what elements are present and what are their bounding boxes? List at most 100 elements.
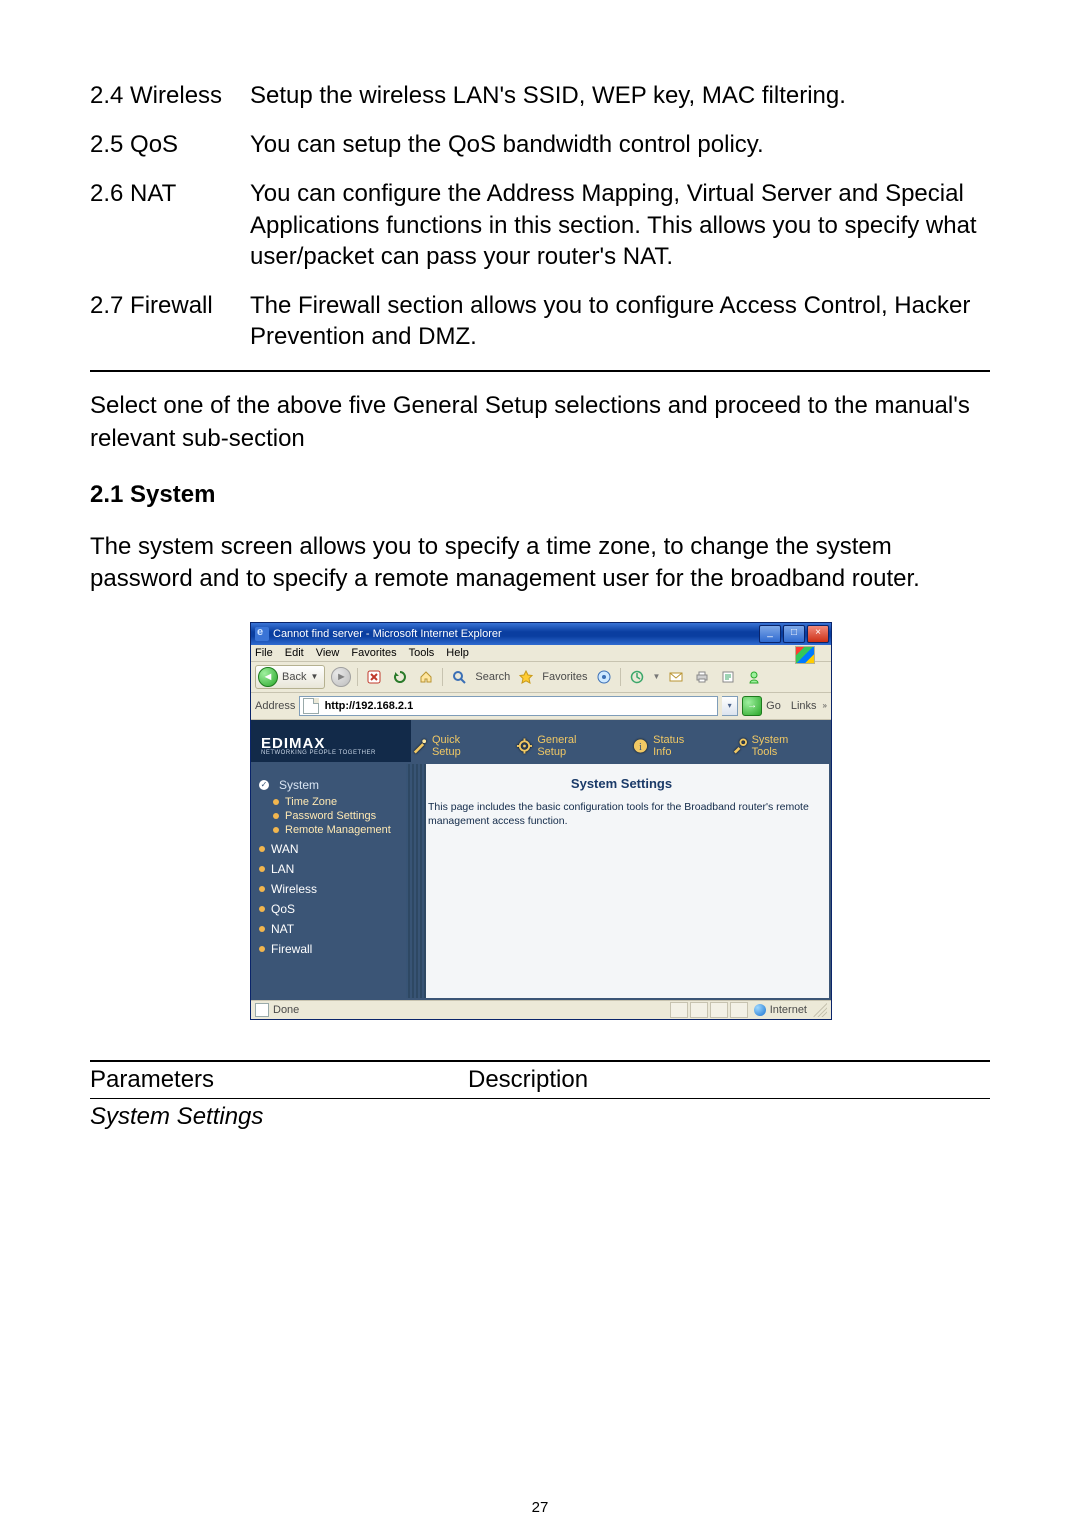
- sidebar-item-system[interactable]: ✓ System: [259, 778, 398, 792]
- spec-key: 2.4 Wireless: [90, 80, 250, 111]
- ie-icon: [255, 627, 269, 641]
- back-button[interactable]: ◄ Back ▼: [255, 665, 325, 689]
- back-label: Back: [282, 671, 306, 683]
- media-icon[interactable]: [594, 667, 614, 687]
- menu-file[interactable]: File: [255, 647, 273, 659]
- address-label: Address: [255, 700, 295, 712]
- router-body: ✓ System Time Zone Password Settings Rem…: [251, 762, 831, 1000]
- sidebar-label: LAN: [271, 862, 294, 876]
- spec-val: The Firewall section allows you to confi…: [250, 290, 990, 352]
- system-intro: The system screen allows you to specify …: [90, 531, 990, 596]
- messenger-icon[interactable]: [744, 667, 764, 687]
- table-header-row: Parameters Description: [90, 1061, 990, 1099]
- stop-icon[interactable]: [364, 667, 384, 687]
- address-dropdown[interactable]: ▾: [722, 696, 738, 716]
- maximize-button[interactable]: □: [783, 625, 805, 643]
- favorites-label[interactable]: Favorites: [542, 671, 587, 683]
- favorites-icon[interactable]: [516, 667, 536, 687]
- sidebar: ✓ System Time Zone Password Settings Rem…: [251, 762, 406, 1000]
- menubar: File Edit View Favorites Tools Help: [251, 645, 831, 662]
- sidebar-item-lan[interactable]: LAN: [259, 862, 398, 876]
- sidebar-item-wan[interactable]: WAN: [259, 842, 398, 856]
- select-paragraph: Select one of the above five General Set…: [90, 390, 990, 455]
- sidebar-label: NAT: [271, 922, 294, 936]
- minimize-button[interactable]: _: [759, 625, 781, 643]
- divider: [90, 370, 990, 372]
- nav-general-setup[interactable]: General Setup: [516, 734, 604, 758]
- nav-system-tools[interactable]: System Tools: [731, 734, 813, 758]
- chevron-down-icon[interactable]: ▼: [653, 672, 661, 681]
- sidebar-sub-password-settings[interactable]: Password Settings: [273, 810, 398, 822]
- router-header: EDIMAX NETWORKING PEOPLE TOGETHER Quick …: [251, 720, 831, 762]
- menu-help[interactable]: Help: [446, 647, 469, 659]
- menu-edit[interactable]: Edit: [285, 647, 304, 659]
- sidebar-sub-time-zone[interactable]: Time Zone: [273, 796, 398, 808]
- spec-row: 2.6 NAT You can configure the Address Ma…: [90, 178, 990, 272]
- status-cell: [710, 1002, 728, 1018]
- home-icon[interactable]: [416, 667, 436, 687]
- menu-view[interactable]: View: [316, 647, 340, 659]
- history-icon[interactable]: [627, 667, 647, 687]
- forward-button[interactable]: ►: [331, 667, 351, 687]
- spec-key: 2.5 QoS: [90, 129, 250, 160]
- decorative-ridge: [406, 764, 426, 998]
- nav-status-info[interactable]: i Status Info: [632, 734, 702, 758]
- brand-logo: EDIMAX NETWORKING PEOPLE TOGETHER: [251, 731, 411, 762]
- spec-val: You can configure the Address Mapping, V…: [250, 178, 990, 272]
- globe-icon: [754, 1004, 766, 1016]
- toolbar-separator: [357, 668, 358, 686]
- menu-tools[interactable]: Tools: [409, 647, 435, 659]
- bullet-icon: [259, 886, 265, 892]
- wand-icon: [411, 737, 428, 755]
- sidebar-label: Wireless: [271, 882, 317, 896]
- sidebar-sub-remote-management[interactable]: Remote Management: [273, 824, 398, 836]
- bullet-icon: [273, 799, 279, 805]
- spec-list: 2.4 Wireless Setup the wireless LAN's SS…: [90, 80, 990, 352]
- router-content: System Settings This page includes the b…: [406, 762, 831, 1000]
- col-parameters: Parameters: [90, 1061, 468, 1099]
- sidebar-label: WAN: [271, 842, 299, 856]
- bullet-icon: [259, 866, 265, 872]
- sidebar-item-nat[interactable]: NAT: [259, 922, 398, 936]
- page-icon: [303, 698, 318, 714]
- spec-val: Setup the wireless LAN's SSID, WEP key, …: [250, 80, 990, 111]
- sidebar-label: Time Zone: [285, 796, 337, 808]
- table-group-row: System Settings: [90, 1098, 990, 1135]
- mail-icon[interactable]: [666, 667, 686, 687]
- refresh-icon[interactable]: [390, 667, 410, 687]
- links-label[interactable]: Links: [791, 700, 817, 712]
- spec-row: 2.5 QoS You can setup the QoS bandwidth …: [90, 129, 990, 160]
- bullet-icon: [259, 926, 265, 932]
- status-zone-label: Internet: [770, 1004, 807, 1016]
- sidebar-item-firewall[interactable]: Firewall: [259, 942, 398, 956]
- sidebar-label: QoS: [271, 902, 295, 916]
- windows-flag-icon: [795, 646, 815, 664]
- address-input[interactable]: [323, 699, 715, 713]
- close-button[interactable]: ×: [807, 625, 829, 643]
- sidebar-label: Password Settings: [285, 810, 376, 822]
- links-chevron-icon[interactable]: »: [823, 701, 827, 710]
- menu-favorites[interactable]: Favorites: [351, 647, 396, 659]
- address-input-wrap[interactable]: [299, 696, 718, 716]
- spec-val: You can setup the QoS bandwidth control …: [250, 129, 990, 160]
- search-icon[interactable]: [449, 667, 469, 687]
- spec-row: 2.4 Wireless Setup the wireless LAN's SS…: [90, 80, 990, 111]
- info-icon: i: [632, 737, 649, 755]
- status-cell: [730, 1002, 748, 1018]
- nav-label: Status Info: [653, 734, 703, 758]
- sidebar-item-qos[interactable]: QoS: [259, 902, 398, 916]
- status-zone: Internet: [754, 1004, 807, 1016]
- toolbar-separator: [442, 668, 443, 686]
- nav-label: Quick Setup: [432, 734, 488, 758]
- content-heading: System Settings: [428, 776, 815, 791]
- address-bar: Address ▾ → Go Links »: [251, 693, 831, 720]
- go-button[interactable]: →: [742, 696, 762, 716]
- search-label[interactable]: Search: [475, 671, 510, 683]
- resize-grip-icon[interactable]: [813, 1003, 827, 1017]
- print-icon[interactable]: [692, 667, 712, 687]
- edit-icon[interactable]: [718, 667, 738, 687]
- parameters-table: Parameters Description System Settings: [90, 1060, 990, 1135]
- nav-quick-setup[interactable]: Quick Setup: [411, 734, 488, 758]
- sidebar-item-wireless[interactable]: Wireless: [259, 882, 398, 896]
- svg-text:i: i: [639, 742, 642, 753]
